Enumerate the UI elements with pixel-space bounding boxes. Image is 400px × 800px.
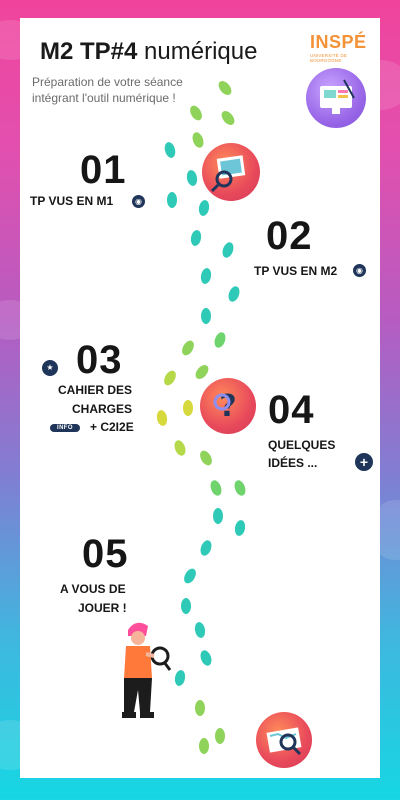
plus-icon[interactable]: + — [355, 453, 373, 471]
step-label-line: CHARGES — [72, 402, 133, 416]
explorer-character-illustration — [106, 616, 176, 726]
step-number: 04 — [268, 388, 315, 432]
step-label-line: IDÉES ... — [268, 456, 318, 470]
step-label-line: QUELQUES — [268, 438, 336, 452]
step-label-line: + C2I2E — [90, 420, 134, 434]
star-pin-icon[interactable]: ★ — [42, 360, 58, 376]
infographic-card: M2 TP#4 numérique Préparation de votre s… — [20, 18, 380, 778]
step-label-line: A VOUS DE — [60, 582, 126, 596]
photo-magnifier-illustration-icon — [202, 143, 260, 201]
step-label-line: JOUER ! — [78, 601, 127, 615]
step-number: 03 — [76, 338, 123, 382]
map-magnifier-illustration-icon — [256, 712, 312, 768]
step-number: 02 — [266, 214, 313, 258]
location-pin-icon[interactable]: ◉ — [353, 264, 366, 277]
step-label: TP VUS EN M2 — [254, 264, 338, 278]
step-label-line: CAHIER DES — [58, 383, 133, 397]
step-label: TP VUS EN M1 — [30, 194, 114, 208]
location-pin-icon[interactable]: ◉ — [132, 195, 145, 208]
step-number: 01 — [80, 148, 127, 192]
question-mark-illustration-icon: ? — [200, 378, 256, 434]
page: { "header": { "title_bold": "M2 TP#4", "… — [0, 0, 400, 800]
step-number: 05 — [82, 532, 129, 576]
info-tag[interactable]: INFO — [50, 424, 80, 432]
